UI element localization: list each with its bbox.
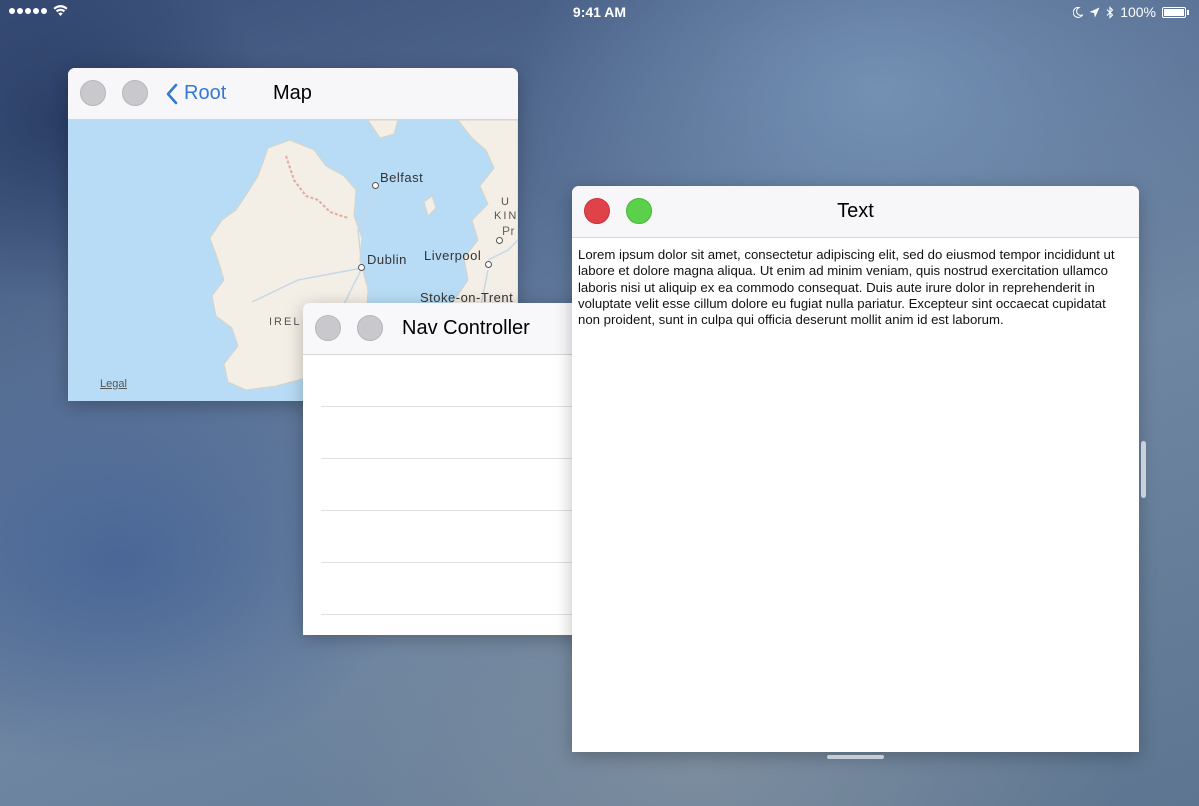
nav-table[interactable] <box>303 355 603 615</box>
map-label-dublin: Dublin <box>367 252 407 267</box>
status-right: 100% <box>1073 4 1189 20</box>
nav-window-zoom-button[interactable] <box>357 315 383 341</box>
preston-marker[interactable] <box>496 237 503 244</box>
text-window-title: Text <box>837 200 874 222</box>
location-arrow-icon <box>1089 7 1100 17</box>
map-label-uk-line1: U <box>501 196 511 208</box>
map-window-zoom-button[interactable] <box>122 80 148 106</box>
back-button[interactable]: Root <box>166 68 226 119</box>
map-label-preston: Pr <box>502 224 515 238</box>
battery-cap <box>1187 9 1189 15</box>
status-bar: 9:41 AM 100% <box>0 0 1199 26</box>
moon-icon <box>1073 6 1084 18</box>
map-label-belfast: Belfast <box>380 170 424 185</box>
table-row[interactable] <box>321 407 603 459</box>
map-window-close-button[interactable] <box>80 80 106 106</box>
status-time: 9:41 AM <box>572 4 627 20</box>
dublin-marker[interactable] <box>358 264 365 271</box>
battery-percent: 100% <box>1120 4 1156 20</box>
text-window-titlebar[interactable]: Text <box>572 186 1139 238</box>
table-row[interactable] <box>321 563 603 615</box>
map-window-titlebar[interactable]: Root Map <box>68 68 518 120</box>
table-row[interactable] <box>321 355 603 407</box>
map-label-uk-line2: KIN <box>494 210 518 222</box>
nav-controller-window[interactable]: Nav Controller <box>303 303 603 635</box>
window-resize-handle-bottom[interactable] <box>827 755 884 759</box>
nav-window-title: Nav Controller <box>402 317 530 339</box>
table-row[interactable] <box>321 459 603 511</box>
nav-window-close-button[interactable] <box>315 315 341 341</box>
belfast-marker[interactable] <box>372 182 379 189</box>
map-label-liverpool: Liverpool <box>424 248 482 263</box>
bluetooth-icon <box>1106 5 1114 19</box>
map-legal-link[interactable]: Legal <box>100 378 127 390</box>
table-row[interactable] <box>321 511 603 563</box>
window-resize-handle-side[interactable] <box>1141 441 1146 498</box>
back-button-label: Root <box>184 82 227 104</box>
text-window[interactable]: Text Lorem ipsum dolor sit amet, consect… <box>572 186 1139 752</box>
text-view[interactable]: Lorem ipsum dolor sit amet, consectetur … <box>578 247 1125 328</box>
chevron-left-icon <box>166 83 178 104</box>
map-label-ireland: IREL <box>269 316 302 328</box>
liverpool-marker[interactable] <box>485 261 492 268</box>
battery-icon <box>1162 6 1186 18</box>
map-window-title: Map <box>273 82 312 104</box>
nav-window-titlebar[interactable]: Nav Controller <box>303 303 603 355</box>
